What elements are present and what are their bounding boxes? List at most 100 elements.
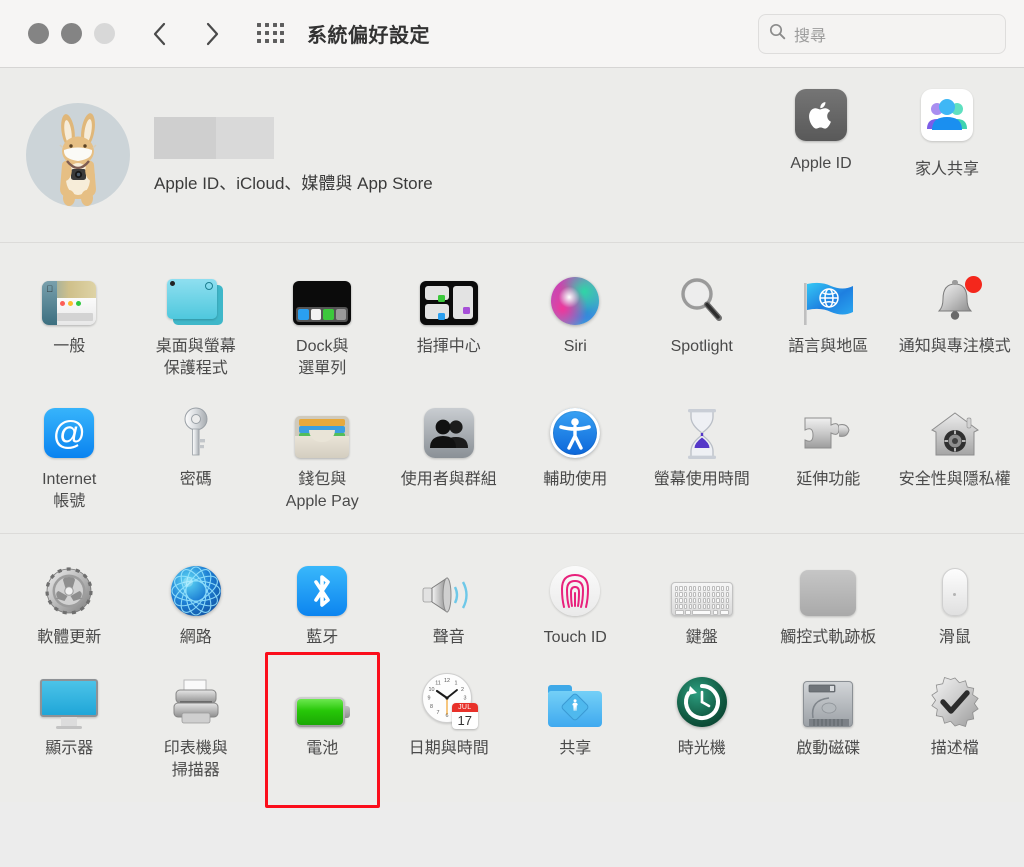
- svg-text:9: 9: [427, 696, 430, 702]
- pane-displays[interactable]: 顯示器: [6, 659, 133, 792]
- forward-button[interactable]: [201, 19, 223, 49]
- pane-passwords[interactable]: 密碼: [133, 390, 260, 523]
- pane-internet-accounts[interactable]: @ Internet 帳號: [6, 390, 133, 523]
- pane-label: 聲音: [432, 629, 465, 646]
- pane-mouse[interactable]: 滑鼠: [892, 548, 1019, 659]
- pane-printers-scanners[interactable]: 印表機與 掃描器: [133, 659, 260, 792]
- navigation-buttons: [149, 19, 223, 49]
- wallet-applepay-icon: [261, 398, 384, 458]
- pane-sound[interactable]: 聲音: [386, 548, 513, 659]
- preferences-grid-personal:  一般 桌面與螢幕 保護程式 Dock與: [0, 243, 1024, 533]
- mission-control-icon: [388, 265, 511, 325]
- pane-label: 螢幕使用時間: [653, 471, 750, 488]
- pane-label: 啟動磁碟: [796, 740, 861, 757]
- pane-label: 藍牙: [306, 629, 339, 646]
- close-button[interactable]: [28, 23, 49, 44]
- printers-scanners-icon: [135, 667, 258, 727]
- pane-label: Siri: [563, 338, 587, 355]
- pane-battery[interactable]: 電池: [259, 652, 386, 808]
- passwords-key-icon: [135, 398, 258, 458]
- pane-keyboard[interactable]: 鍵盤: [639, 548, 766, 659]
- pane-label: 延伸功能: [796, 471, 861, 488]
- pane-mission-control[interactable]: 指揮中心: [386, 257, 513, 390]
- general-icon: : [8, 265, 131, 325]
- pane-trackpad[interactable]: 觸控式軌跡板: [765, 548, 892, 659]
- svg-text:7: 7: [436, 710, 439, 716]
- pane-label: 通知與專注模式: [898, 338, 1011, 355]
- zoom-button[interactable]: [94, 23, 115, 44]
- profiles-icon: [894, 667, 1017, 728]
- software-update-icon: [8, 556, 131, 616]
- pane-extensions[interactable]: 延伸功能: [765, 390, 892, 523]
- window-title: 系統偏好設定: [307, 25, 430, 47]
- traffic-lights: [28, 23, 115, 44]
- pane-screen-time[interactable]: 螢幕使用時間: [639, 390, 766, 523]
- apple-id-row[interactable]: Apple ID、iCloud、媒體與 App Store Apple ID 家…: [0, 68, 1024, 242]
- account-subtitle: Apple ID、iCloud、媒體與 App Store: [154, 173, 433, 193]
- pane-network[interactable]: 網路: [133, 548, 260, 659]
- pane-wallet-applepay[interactable]: 錢包與 Apple Pay: [259, 390, 386, 523]
- network-globe-icon: [135, 556, 258, 616]
- pane-label: Spotlight: [670, 338, 733, 355]
- pane-label: 密碼: [179, 471, 212, 488]
- svg-text:12: 12: [444, 678, 450, 684]
- pane-label: 日期與時間: [408, 740, 489, 757]
- pane-label: 共享: [559, 740, 592, 757]
- language-region-icon: [767, 265, 890, 325]
- pane-spotlight[interactable]: Spotlight: [639, 257, 766, 390]
- notification-badge: [964, 276, 982, 293]
- pane-label: 鍵盤: [685, 629, 718, 646]
- calendar-month: JUL: [451, 703, 478, 712]
- pane-startup-disk[interactable]: 啟動磁碟: [765, 659, 892, 792]
- pane-users-groups[interactable]: 使用者與群組: [386, 390, 513, 523]
- minimize-button[interactable]: [61, 23, 82, 44]
- pane-desktop-screensaver[interactable]: 桌面與螢幕 保護程式: [133, 257, 260, 390]
- back-button[interactable]: [149, 19, 171, 49]
- search-field[interactable]: 搜尋: [758, 14, 1006, 54]
- pane-touch-id[interactable]: Touch ID: [512, 548, 639, 659]
- security-privacy-icon: [894, 398, 1017, 458]
- pane-label: 一般: [53, 338, 86, 355]
- pane-label: 軟體更新: [37, 629, 102, 646]
- pane-general[interactable]:  一般: [6, 257, 133, 390]
- extensions-puzzle-icon: [767, 398, 890, 458]
- show-all-grid-icon[interactable]: [257, 22, 285, 45]
- pane-label: Dock與 選單列: [296, 338, 349, 377]
- avatar[interactable]: [26, 103, 130, 207]
- pane-profiles[interactable]: 描述檔: [892, 659, 1019, 792]
- screen-time-icon: [641, 398, 764, 459]
- users-groups-icon: [388, 398, 511, 458]
- pane-label: 錢包與 Apple Pay: [285, 471, 359, 510]
- pane-notifications-focus[interactable]: 通知與專注模式: [892, 257, 1019, 390]
- account-name-redacted: [154, 116, 274, 159]
- bluetooth-icon: [261, 556, 384, 616]
- pane-bluetooth[interactable]: 藍牙: [259, 548, 386, 659]
- pane-family-sharing[interactable]: 家人共享: [884, 84, 1010, 179]
- account-text: Apple ID、iCloud、媒體與 App Store: [154, 116, 433, 194]
- pane-apple-id[interactable]: Apple ID: [758, 84, 884, 179]
- internet-accounts-icon: @: [8, 398, 131, 458]
- keyboard-icon: [641, 556, 764, 616]
- pane-siri[interactable]: Siri: [512, 257, 639, 390]
- pane-label: 安全性與隱私權: [898, 471, 1011, 488]
- pane-label: 指揮中心: [416, 338, 481, 355]
- pane-language-region[interactable]: 語言與地區: [765, 257, 892, 390]
- notifications-focus-icon: [894, 265, 1017, 325]
- pane-time-machine[interactable]: 時光機: [639, 659, 766, 792]
- pane-date-time[interactable]: 1212 345 678 91011 JUL: [386, 659, 513, 792]
- pane-label: Apple ID: [790, 155, 852, 172]
- pane-accessibility[interactable]: 輔助使用: [512, 390, 639, 523]
- time-machine-icon: [641, 667, 764, 727]
- pane-label: 觸控式軌跡板: [780, 629, 877, 646]
- pane-sharing[interactable]: 共享: [512, 659, 639, 792]
- pane-dock-menubar[interactable]: Dock與 選單列: [259, 257, 386, 390]
- pane-label: 輔助使用: [543, 471, 608, 488]
- svg-text:10: 10: [428, 687, 434, 693]
- preferences-content: Apple ID、iCloud、媒體與 App Store Apple ID 家…: [0, 68, 1024, 808]
- pane-software-update[interactable]: 軟體更新: [6, 548, 133, 659]
- startup-disk-icon: [767, 667, 890, 727]
- desktop-screensaver-icon: [135, 265, 258, 325]
- pane-security-privacy[interactable]: 安全性與隱私權: [892, 390, 1019, 523]
- svg-text:11: 11: [435, 681, 441, 687]
- search-icon: [769, 23, 786, 45]
